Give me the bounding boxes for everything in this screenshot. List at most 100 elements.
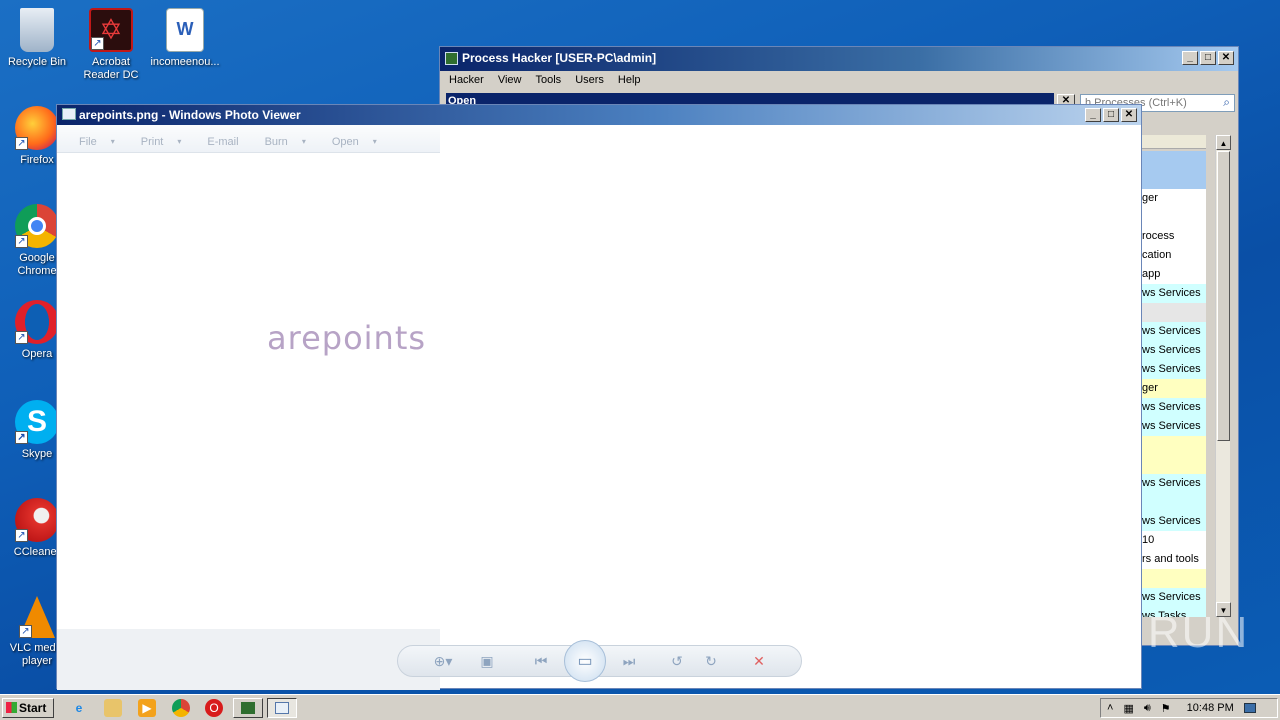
menu-bar: Hacker View Tools Users Help [440, 71, 1238, 91]
opera-taskbar-icon[interactable]: O [205, 699, 223, 717]
table-row[interactable]: rocess [1142, 227, 1206, 246]
volume-icon[interactable]: 🔊︎ [1144, 702, 1151, 715]
open-menu-button[interactable]: Open ▾ [332, 131, 377, 152]
media-player-icon[interactable]: ▶ [138, 699, 156, 717]
explorer-folder-icon[interactable] [104, 699, 122, 717]
table-row[interactable] [1142, 170, 1206, 189]
table-row[interactable]: ws Services [1142, 322, 1206, 341]
menu-tools[interactable]: Tools [536, 74, 562, 91]
file-menu-button[interactable]: File ▾ [79, 131, 115, 152]
image-canvas: arepoints [57, 153, 440, 629]
email-button[interactable]: E-mail [207, 131, 238, 152]
shortcut-arrow-icon: ↗ [15, 529, 28, 542]
maximize-button[interactable]: □ [1103, 108, 1119, 122]
table-row[interactable] [1142, 151, 1206, 170]
desktop-icon-acrobat[interactable]: ✡ ↗ Acrobat Reader DC [74, 8, 148, 82]
minimize-button[interactable]: _ [1182, 51, 1198, 65]
vertical-scrollbar[interactable]: ▲ ▼ [1215, 135, 1231, 617]
table-row[interactable]: rs and tools [1142, 550, 1206, 569]
table-row[interactable]: ws Services [1142, 398, 1206, 417]
close-button[interactable]: ✕ [1121, 108, 1137, 122]
taskbar-process-hacker[interactable] [233, 698, 263, 718]
delete-icon[interactable]: ✕ [742, 653, 776, 670]
vlc-cone-icon: ↗ [19, 596, 55, 638]
table-row[interactable] [1142, 208, 1206, 227]
anyrun-watermark: ANY RUN [1038, 608, 1250, 657]
shortcut-arrow-icon: ↗ [19, 625, 32, 638]
shortcut-arrow-icon: ↗ [15, 431, 28, 444]
ie-icon[interactable]: e [70, 699, 88, 717]
table-row[interactable]: 10 [1142, 531, 1206, 550]
table-row[interactable] [1142, 569, 1206, 588]
close-button[interactable]: ✕ [1218, 51, 1234, 65]
zoom-icon[interactable]: ⊕▾ [426, 653, 460, 670]
rotate-ccw-icon[interactable]: ↺ [660, 653, 694, 670]
desktop-icon-label: incomeenou... [150, 56, 220, 68]
chrome-taskbar-icon[interactable] [172, 699, 190, 717]
process-hacker-icon [241, 702, 255, 714]
process-hacker-titlebar[interactable]: Process Hacker [USER-PC\admin] _ □ ✕ [440, 47, 1238, 71]
burn-menu-button[interactable]: Burn ▾ [265, 131, 306, 152]
next-icon[interactable]: ⏭ [612, 653, 646, 670]
table-row[interactable]: cation [1142, 246, 1206, 265]
ccleaner-icon: ↗ [15, 498, 59, 542]
search-icon: ⌕ [1223, 95, 1230, 109]
menu-hacker[interactable]: Hacker [449, 74, 484, 91]
menu-help[interactable]: Help [618, 74, 641, 91]
controls-background [57, 629, 440, 690]
desktop-icon-word-doc[interactable]: W incomeenou... [148, 8, 222, 69]
clock[interactable]: 10:48 PM [1187, 702, 1234, 714]
image-content-text: arepoints [267, 319, 427, 357]
shortcut-arrow-icon: ↗ [15, 137, 28, 150]
photo-viewer-window[interactable]: arepoints.png - Windows Photo Viewer _ □… [56, 104, 1142, 690]
show-desktop-icon[interactable] [1243, 703, 1256, 713]
column-header[interactable] [1142, 135, 1206, 149]
show-hidden-icons-icon[interactable]: ˄ [1107, 702, 1113, 714]
table-row[interactable]: ws Services [1142, 588, 1206, 607]
table-row[interactable]: ger [1142, 189, 1206, 208]
table-row[interactable]: ws Services [1142, 417, 1206, 436]
recycle-bin-icon [20, 8, 54, 52]
desktop-icon-label: Google Chrome [17, 252, 57, 277]
desktop-icon-recycle-bin[interactable]: Recycle Bin [0, 8, 74, 69]
table-row[interactable]: ws Services [1142, 512, 1206, 531]
table-row[interactable]: ger [1142, 379, 1206, 398]
print-menu-button[interactable]: Print ▾ [141, 131, 182, 152]
slideshow-button[interactable]: ▭ [564, 640, 606, 682]
system-tray: ˄ ▦ 🔊︎ ⚑ 10:48 PM [1100, 698, 1278, 718]
menu-view[interactable]: View [498, 74, 522, 91]
table-row[interactable] [1142, 455, 1206, 474]
taskbar-photo-viewer[interactable] [267, 698, 297, 718]
dropdown-arrow-icon: ▾ [301, 137, 306, 146]
minimize-button[interactable]: _ [1085, 108, 1101, 122]
table-row[interactable] [1142, 493, 1206, 512]
photo-viewer-icon [62, 108, 76, 120]
desktop-icon-label: Recycle Bin [7, 56, 67, 68]
actual-size-icon[interactable]: ▣ [470, 653, 504, 670]
table-row[interactable]: ws Services [1142, 341, 1206, 360]
table-row[interactable]: ws Services [1142, 284, 1206, 303]
playback-controls: ⊕▾ ▣ ⏮ ▭ ⏭ ↺ ↻ ✕ [397, 640, 802, 682]
table-row[interactable]: ws Services [1142, 360, 1206, 379]
maximize-button[interactable]: □ [1200, 51, 1216, 65]
scrollbar-thumb[interactable] [1217, 151, 1230, 441]
skype-icon: S ↗ [15, 400, 59, 444]
action-center-flag-icon[interactable]: ⚑ [1161, 702, 1171, 715]
scroll-up-arrow-icon[interactable]: ▲ [1216, 135, 1231, 150]
menu-users[interactable]: Users [575, 74, 604, 91]
network-icon[interactable]: ▦ [1123, 702, 1133, 715]
table-row[interactable] [1142, 436, 1206, 455]
desktop-icon-label: Skype [21, 448, 53, 460]
rotate-cw-icon[interactable]: ↻ [694, 653, 728, 670]
photo-viewer-titlebar[interactable]: arepoints.png - Windows Photo Viewer _ □… [57, 105, 1141, 125]
table-row[interactable]: ws Services [1142, 474, 1206, 493]
start-button[interactable]: Start [2, 698, 54, 718]
process-list[interactable]: ger rocess cation app ws Services ws Ser… [1142, 151, 1206, 617]
table-row[interactable]: app [1142, 265, 1206, 284]
window-title: arepoints.png - Windows Photo Viewer [79, 108, 301, 122]
dropdown-arrow-icon: ▾ [177, 137, 182, 146]
previous-icon[interactable]: ⏮ [524, 653, 558, 670]
table-row[interactable] [1142, 303, 1206, 322]
windows-logo-icon [6, 702, 17, 713]
photo-viewer-icon [275, 702, 289, 714]
